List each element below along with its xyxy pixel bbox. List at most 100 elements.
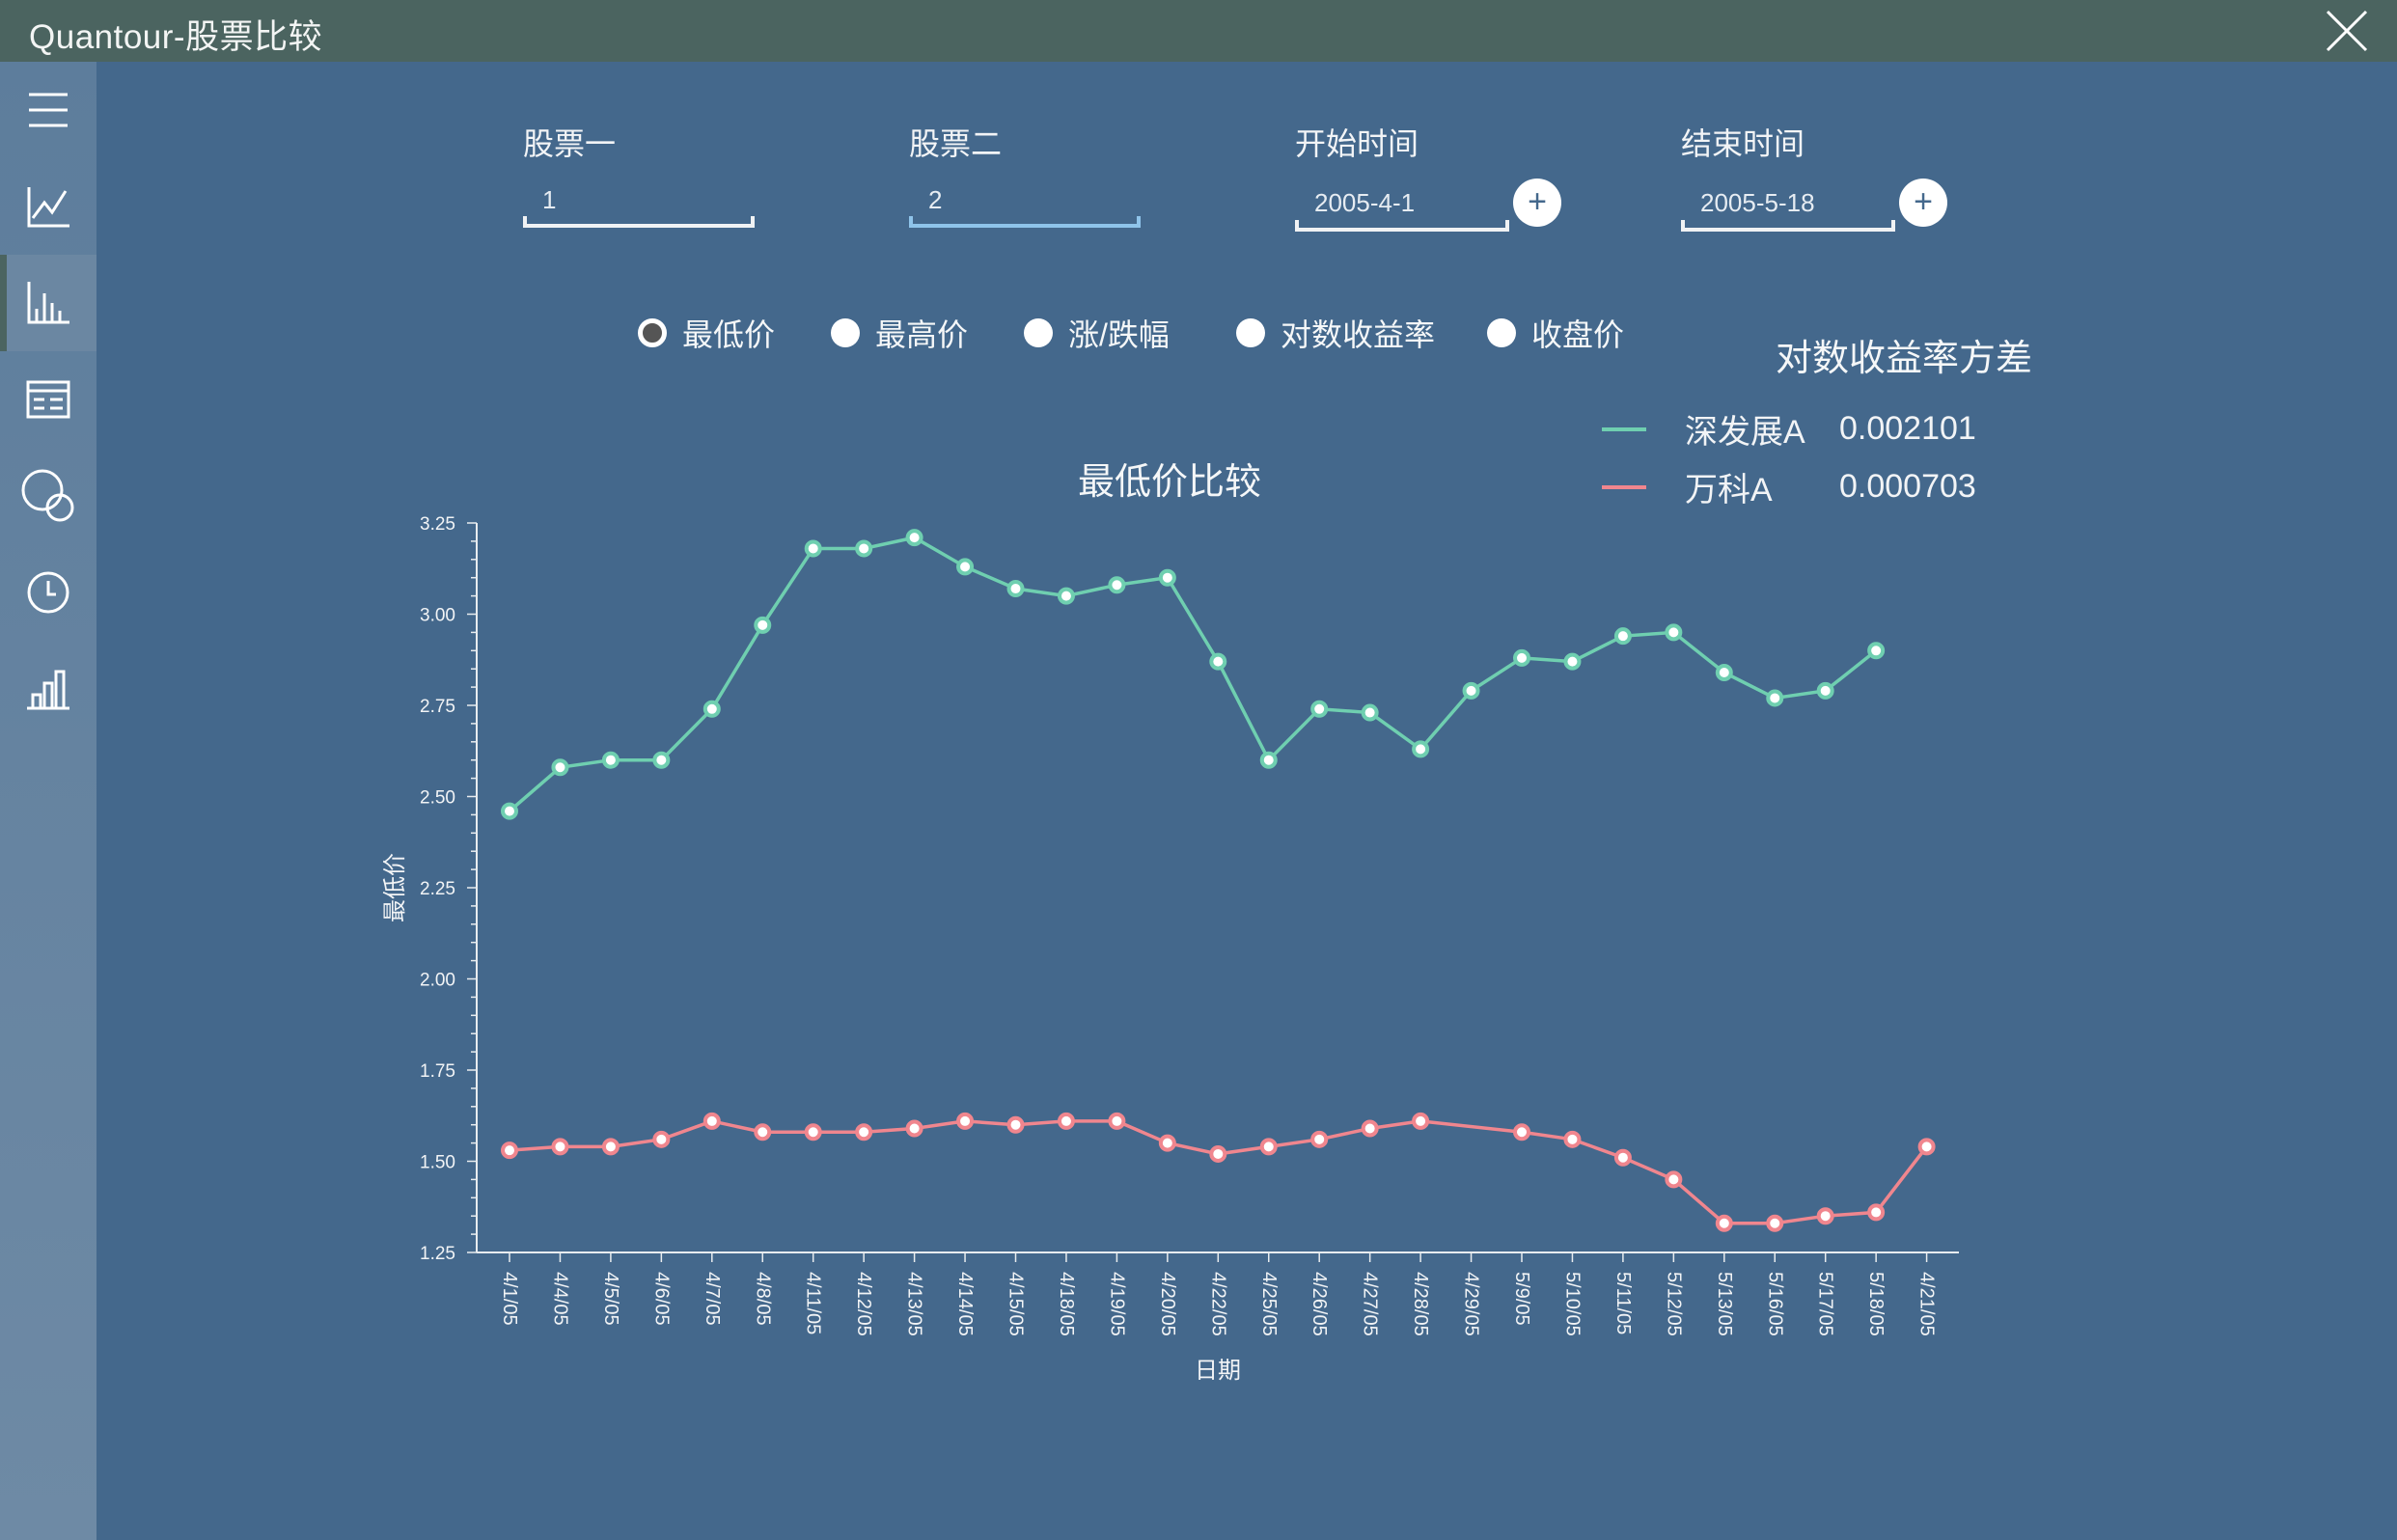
x-tick-label: 4/22/05 — [1207, 1272, 1228, 1336]
x-tick-label: 4/29/05 — [1461, 1272, 1482, 1336]
data-point — [905, 529, 923, 547]
y-tick-label: 2.75 — [420, 697, 455, 717]
data-point — [855, 539, 873, 558]
data-point — [1665, 623, 1683, 642]
data-point — [1665, 1170, 1683, 1189]
data-point — [956, 558, 975, 576]
data-point — [601, 751, 620, 769]
data-point — [1006, 580, 1025, 598]
x-axis-label: 日期 — [1195, 1358, 1241, 1384]
data-point — [1766, 1214, 1784, 1232]
data-point — [1766, 689, 1784, 707]
data-point — [1715, 663, 1733, 681]
x-tick-label: 4/12/05 — [853, 1272, 874, 1336]
x-tick-label: 4/28/05 — [1410, 1272, 1431, 1336]
data-point — [1259, 751, 1278, 769]
data-point — [1563, 1130, 1582, 1148]
data-point — [1867, 642, 1886, 660]
y-tick-label: 1.50 — [420, 1153, 455, 1173]
data-point — [1412, 740, 1430, 758]
data-point — [1361, 703, 1379, 722]
data-point — [1108, 576, 1126, 594]
data-point — [1259, 1138, 1278, 1156]
data-point — [551, 1138, 569, 1156]
data-point — [1816, 1207, 1834, 1225]
x-tick-label: 4/14/05 — [954, 1272, 976, 1336]
data-point — [703, 1112, 721, 1130]
data-point — [551, 758, 569, 777]
data-point — [1006, 1115, 1025, 1134]
x-tick-label: 5/12/05 — [1663, 1272, 1684, 1336]
data-point — [1715, 1214, 1733, 1232]
y-tick-label: 2.25 — [420, 879, 455, 899]
data-point — [652, 751, 671, 769]
x-tick-label: 5/18/05 — [1865, 1272, 1887, 1336]
series-line — [508, 536, 1878, 812]
x-tick-label: 5/9/05 — [1511, 1272, 1532, 1326]
x-tick-label: 5/10/05 — [1561, 1272, 1583, 1336]
data-point — [804, 539, 822, 558]
data-point — [1917, 1138, 1936, 1156]
x-tick-label: 4/21/05 — [1916, 1272, 1938, 1336]
data-point — [601, 1138, 620, 1156]
data-point — [1361, 1119, 1379, 1138]
data-point — [501, 1141, 518, 1160]
data-point — [1158, 1134, 1176, 1152]
x-tick-label: 5/17/05 — [1815, 1272, 1836, 1336]
chart-title: 最低价比较 — [1078, 462, 1261, 503]
x-tick-label: 5/13/05 — [1714, 1272, 1735, 1336]
data-point — [1209, 1144, 1227, 1163]
data-point — [1513, 1123, 1530, 1141]
x-tick-label: 4/27/05 — [1360, 1272, 1381, 1336]
x-tick-label: 4/25/05 — [1258, 1272, 1280, 1336]
x-tick-label: 4/6/05 — [650, 1272, 672, 1326]
y-tick-label: 3.25 — [420, 514, 455, 535]
y-axis-label: 最低价 — [382, 853, 408, 922]
data-point — [956, 1112, 975, 1130]
y-tick-label: 2.00 — [420, 971, 455, 991]
x-tick-label: 4/1/05 — [499, 1272, 520, 1326]
data-point — [804, 1123, 822, 1141]
x-tick-label: 4/15/05 — [1006, 1272, 1027, 1336]
x-tick-label: 4/7/05 — [702, 1272, 723, 1326]
data-point — [1563, 652, 1582, 671]
x-tick-label: 4/11/05 — [803, 1272, 824, 1334]
data-point — [1057, 1112, 1075, 1130]
x-tick-label: 4/20/05 — [1157, 1272, 1178, 1336]
data-point — [1057, 587, 1075, 605]
x-tick-label: 4/26/05 — [1309, 1272, 1330, 1336]
y-tick-label: 2.50 — [420, 788, 455, 809]
data-point — [754, 1123, 772, 1141]
x-tick-label: 4/4/05 — [549, 1272, 570, 1326]
data-point — [703, 700, 721, 718]
data-point — [1613, 627, 1632, 646]
x-tick-label: 4/19/05 — [1106, 1272, 1127, 1336]
series-line — [509, 1119, 1928, 1225]
data-point — [1108, 1112, 1126, 1130]
x-tick-label: 4/8/05 — [752, 1272, 773, 1326]
data-point — [754, 616, 772, 634]
x-tick-label: 4/5/05 — [600, 1272, 621, 1326]
y-tick-label: 1.25 — [420, 1244, 455, 1264]
data-point — [1310, 700, 1329, 718]
data-point — [855, 1123, 873, 1141]
x-tick-label: 4/18/05 — [1056, 1272, 1077, 1336]
data-point — [1613, 1148, 1632, 1167]
data-point — [1513, 648, 1530, 667]
data-point — [1816, 681, 1834, 700]
data-point — [1867, 1203, 1886, 1222]
price-comparison-chart: 最低价比较 日期 最低价 1.25 1.50 1.75 2.00 2.25 2.50 2.7… — [382, 462, 1959, 1384]
data-point — [652, 1130, 671, 1148]
data-point — [1310, 1130, 1329, 1148]
y-tick-label: 3.00 — [420, 606, 455, 626]
y-tick-label: 1.75 — [420, 1061, 455, 1082]
x-tick-label: 5/16/05 — [1764, 1272, 1785, 1336]
data-point — [501, 802, 518, 820]
x-tick-label: 4/13/05 — [904, 1272, 925, 1336]
data-point — [1209, 652, 1227, 671]
x-tick-label: 5/11/05 — [1612, 1272, 1634, 1334]
data-point — [1158, 568, 1176, 587]
data-point — [1462, 681, 1480, 700]
data-point — [1412, 1112, 1430, 1130]
data-point — [905, 1119, 923, 1138]
